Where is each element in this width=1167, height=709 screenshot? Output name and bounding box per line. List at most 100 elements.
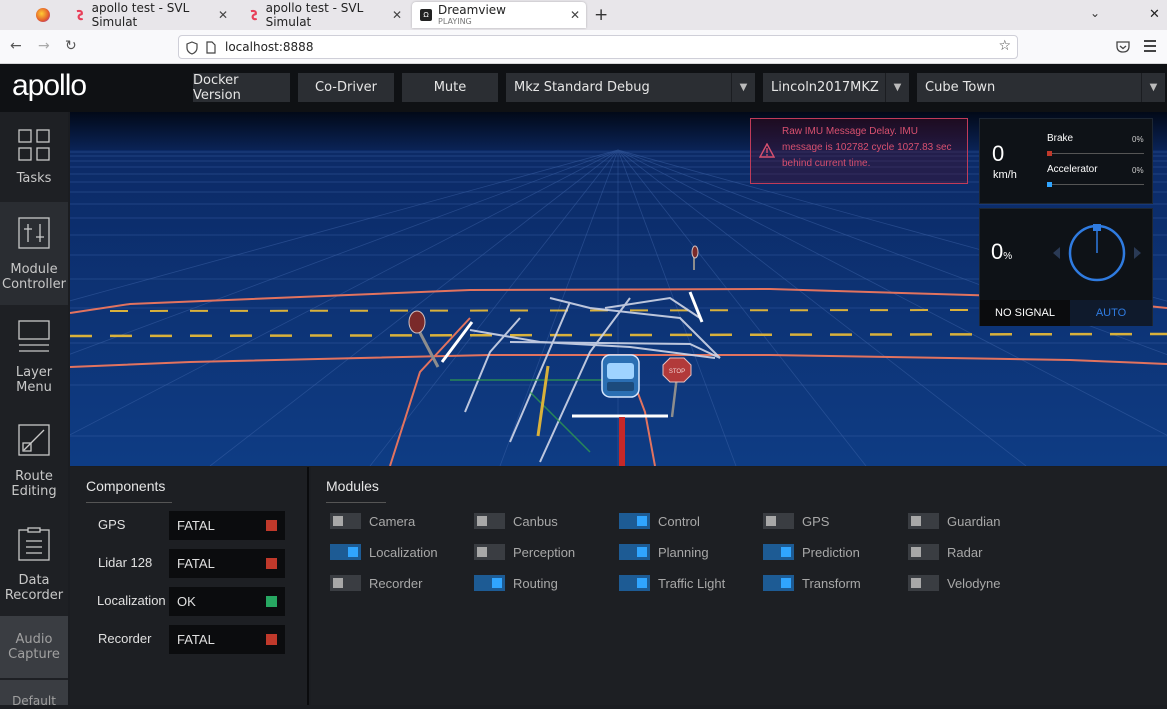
sidebar-item-label: Audio: [15, 632, 53, 647]
module-toggle-recorder[interactable]: Recorder: [330, 575, 422, 591]
toggle-switch[interactable]: [330, 544, 361, 560]
toggle-switch[interactable]: [763, 513, 794, 529]
tab-list-chevron-icon[interactable]: ⌄: [1090, 6, 1100, 20]
module-toggle-canbus[interactable]: Canbus: [474, 513, 558, 529]
tab-svl-1[interactable]: apollo test - SVL Simulat ✕: [64, 1, 234, 29]
toggle-switch[interactable]: [619, 544, 650, 560]
forward-arrow-icon[interactable]: →: [38, 38, 50, 54]
sidebar-item-label: Layer: [15, 365, 53, 380]
sidebar-item-layer-menu[interactable]: Layer Menu: [0, 305, 68, 409]
toggle-switch[interactable]: [763, 544, 794, 560]
toggle-switch[interactable]: [330, 513, 361, 529]
module-toggle-transform[interactable]: Transform: [763, 575, 861, 591]
sidebar-item-module-controller[interactable]: Module Controller: [0, 202, 68, 305]
toggle-switch[interactable]: [908, 513, 939, 529]
module-label: Velodyne: [947, 575, 1001, 591]
firefox-icon[interactable]: [36, 8, 50, 22]
accelerator-bar: [1047, 184, 1144, 185]
mute-button[interactable]: Mute: [402, 73, 498, 102]
toggle-switch[interactable]: [619, 513, 650, 529]
component-status-text: FATAL: [177, 518, 215, 533]
close-tab-icon[interactable]: ✕: [570, 8, 580, 22]
toggle-switch[interactable]: [619, 575, 650, 591]
sidebar-item-label: Controller: [2, 277, 66, 292]
module-label: Guardian: [947, 513, 1001, 529]
module-label: Control: [658, 513, 700, 529]
alert-message: Raw IMU Message Delay. IMU message is 10…: [782, 126, 952, 169]
module-toggle-velodyne[interactable]: Velodyne: [908, 575, 1001, 591]
status-square: [266, 520, 277, 531]
toggle-switch[interactable]: [474, 544, 505, 560]
reload-icon[interactable]: ↻: [65, 38, 77, 54]
url-text: localhost:8888: [225, 40, 314, 54]
bookmark-star-icon[interactable]: ☆: [998, 38, 1011, 54]
alert-banner: Raw IMU Message Delay. IMU message is 10…: [750, 118, 968, 184]
sidebar-item-default[interactable]: Default: [0, 680, 68, 708]
modules-title: Modules: [326, 478, 379, 494]
module-label: GPS: [802, 513, 830, 529]
signal-label: NO SIGNAL: [995, 307, 1055, 319]
vehicle-select[interactable]: Lincoln2017MKZ ▼: [763, 73, 909, 102]
url-field[interactable]: localhost:8888 ☆: [178, 35, 1018, 59]
module-toggle-routing[interactable]: Routing: [474, 575, 558, 591]
module-toggle-guardian[interactable]: Guardian: [908, 513, 1000, 529]
sidebar-item-audio-capture[interactable]: Audio Capture: [0, 616, 68, 678]
mode-select-value: Mkz Standard Debug: [514, 80, 650, 95]
back-arrow-icon[interactable]: ←: [10, 38, 22, 54]
toggle-switch[interactable]: [474, 575, 505, 591]
tab-svl-2[interactable]: apollo test - SVL Simulat ✕: [238, 1, 408, 29]
brake-value: 0%: [1132, 135, 1144, 144]
status-square: [266, 596, 277, 607]
vehicle-select-value: Lincoln2017MKZ: [771, 80, 879, 95]
module-toggle-localization[interactable]: Localization: [330, 544, 438, 560]
module-toggle-perception[interactable]: Perception: [474, 544, 575, 560]
toggle-switch[interactable]: [474, 513, 505, 529]
component-status-text: OK: [177, 594, 196, 609]
map-select[interactable]: Cube Town ▼: [917, 73, 1165, 102]
chevron-down-icon: ▼: [885, 73, 909, 102]
window-close-icon[interactable]: ✕: [1149, 7, 1160, 22]
component-status-text: FATAL: [177, 556, 215, 571]
status-square: [266, 634, 277, 645]
menu-icon[interactable]: [1144, 40, 1156, 52]
sidebar: Tasks Module Controller Layer Menu Route…: [0, 112, 68, 708]
tab-dreamview[interactable]: Ω Dreamview PLAYING ✕: [412, 2, 586, 28]
chevron-down-icon: ▼: [731, 73, 755, 102]
docker-version-button[interactable]: Docker Version: [193, 73, 290, 103]
module-controller-icon: [18, 217, 50, 249]
component-status: OK: [169, 587, 285, 616]
speed-panel: 0 km/h Brake 0% Accelerator 0%: [979, 118, 1153, 204]
sidebar-item-label: Recorder: [4, 588, 64, 603]
toggle-switch[interactable]: [908, 544, 939, 560]
toggle-switch[interactable]: [763, 575, 794, 591]
close-tab-icon[interactable]: ✕: [218, 8, 228, 22]
sidebar-item-route-editing[interactable]: Route Editing: [0, 409, 68, 513]
module-label: Transform: [802, 575, 861, 591]
component-status: FATAL: [169, 625, 285, 654]
signal-indicator: NO SIGNAL: [980, 300, 1070, 326]
brake-bar-marker: [1047, 151, 1052, 156]
browser-nav-bar: ← → ↻ localhost:8888 ☆: [0, 30, 1167, 64]
sidebar-item-data-recorder[interactable]: Data Recorder: [0, 513, 68, 616]
sidebar-item-label: Menu: [16, 380, 52, 395]
module-toggle-traffic-light[interactable]: Traffic Light: [619, 575, 725, 591]
svl-icon: [250, 9, 258, 21]
toggle-switch[interactable]: [330, 575, 361, 591]
component-status: FATAL: [169, 511, 285, 540]
module-label: Radar: [947, 544, 983, 560]
co-driver-button[interactable]: Co-Driver: [298, 73, 394, 102]
module-toggle-camera[interactable]: Camera: [330, 513, 415, 529]
module-toggle-planning[interactable]: Planning: [619, 544, 709, 560]
module-label: Prediction: [802, 544, 860, 560]
mode-select[interactable]: Mkz Standard Debug ▼: [506, 73, 755, 102]
module-toggle-control[interactable]: Control: [619, 513, 700, 529]
module-toggle-prediction[interactable]: Prediction: [763, 544, 860, 560]
module-toggle-gps[interactable]: GPS: [763, 513, 829, 529]
sidebar-item-tasks[interactable]: Tasks: [0, 112, 68, 202]
pocket-icon[interactable]: [1116, 40, 1130, 53]
close-tab-icon[interactable]: ✕: [392, 8, 402, 22]
new-tab-button[interactable]: +: [594, 5, 608, 25]
module-toggle-radar[interactable]: Radar: [908, 544, 982, 560]
toggle-switch[interactable]: [908, 575, 939, 591]
component-label: Lidar 128: [98, 555, 153, 570]
